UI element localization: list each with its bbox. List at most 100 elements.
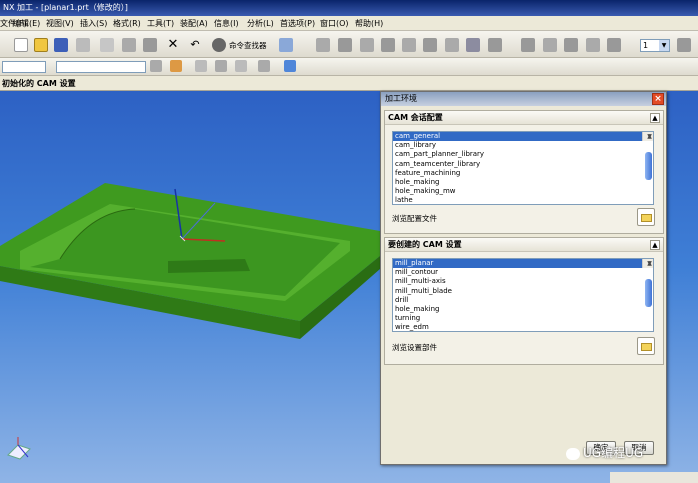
list-item[interactable]: hole_making — [393, 305, 653, 314]
list-item[interactable]: cam_part_planner_library — [393, 150, 653, 159]
menu-format[interactable]: 格式(R) — [113, 16, 141, 31]
toolbar-icon-b[interactable] — [338, 38, 352, 52]
list-item[interactable]: hole_making — [393, 178, 653, 187]
session-config-title: CAM 会话配置 — [388, 113, 443, 122]
list-item[interactable]: hole_making_mw — [393, 187, 653, 196]
wechat-icon — [566, 447, 580, 460]
menu-tools[interactable]: 工具(T) — [147, 16, 174, 31]
menu-help[interactable]: 帮助(H) — [355, 16, 383, 31]
toolbar2-icon-e[interactable] — [284, 60, 296, 72]
print-icon[interactable] — [76, 38, 90, 52]
chevron-down-icon[interactable]: ▼ — [659, 40, 669, 51]
toolbar2-icon-b[interactable] — [215, 60, 227, 72]
app-title-bar: NX 加工 - [planar1.prt（修改的）] — [0, 0, 698, 16]
undo-icon[interactable]: ↶ — [188, 38, 202, 52]
open-folder-icon[interactable] — [34, 38, 48, 52]
chevron-up-icon[interactable]: ▲ — [650, 240, 660, 250]
watermark: UG编程UG — [566, 444, 694, 462]
menu-analysis[interactable]: 分析(L) — [247, 16, 274, 31]
list-item[interactable]: cam_general — [393, 132, 653, 142]
list-item[interactable]: wire_edm — [393, 323, 653, 331]
list-item[interactable]: mill_contour — [393, 268, 653, 277]
toolbar-icon-h[interactable] — [466, 38, 480, 52]
toolbar-icon-k[interactable] — [543, 38, 557, 52]
scroll-down-icon[interactable]: ▼ — [644, 132, 653, 141]
session-list-scrollbar[interactable]: ▲ ▼ — [642, 132, 653, 180]
session-config-header[interactable]: CAM 会话配置 ▲ — [385, 111, 663, 125]
toolbar-icon-j[interactable] — [521, 38, 535, 52]
scroll-thumb[interactable] — [645, 152, 652, 180]
browse-setup-button[interactable] — [637, 337, 655, 355]
paste-icon[interactable] — [143, 38, 157, 52]
cam-setup-title: 要创建的 CAM 设置 — [388, 240, 462, 249]
scroll-thumb[interactable] — [645, 279, 652, 307]
toolbar-icon-l[interactable] — [564, 38, 578, 52]
toolbar2-icon-a[interactable] — [195, 60, 207, 72]
list-item[interactable]: mill_multi-axis — [393, 277, 653, 286]
standard-toolbar: ✕ ↶ 命令查找器 1 ▼ — [0, 31, 698, 58]
delete-icon[interactable]: ✕ — [166, 38, 180, 52]
menu-info[interactable]: 信息(I) — [214, 16, 239, 31]
list-item[interactable]: feature_machining — [393, 169, 653, 178]
command-finder-label[interactable]: 命令查找器 — [229, 40, 267, 51]
dialog-title-bar[interactable]: 加工环境 × — [381, 92, 666, 106]
new-file-icon[interactable] — [14, 38, 28, 52]
snap-icon[interactable] — [170, 60, 182, 72]
toolbar-icon-m[interactable] — [586, 38, 600, 52]
close-icon[interactable]: × — [652, 93, 664, 105]
session-config-list[interactable]: cam_general cam_library cam_part_planner… — [392, 131, 654, 205]
machining-environment-dialog: 加工环境 × CAM 会话配置 ▲ cam_general cam_librar… — [380, 91, 667, 465]
zoom-select[interactable]: 1 ▼ — [640, 39, 670, 52]
window-title: NX 加工 - [planar1.prt（修改的）] — [3, 3, 128, 12]
list-item[interactable]: turning — [393, 314, 653, 323]
navigator-title: 初始化的 CAM 设置 — [2, 79, 76, 88]
list-item[interactable]: cam_teamcenter_library — [393, 160, 653, 169]
menu-window[interactable]: 窗口(O) — [320, 16, 349, 31]
chevron-up-icon[interactable]: ▲ — [650, 113, 660, 123]
list-item[interactable]: cam_library — [393, 141, 653, 150]
list-item[interactable]: mill_multi_blade — [393, 287, 653, 296]
browse-config-button[interactable] — [637, 208, 655, 226]
toolbar-icon-f[interactable] — [423, 38, 437, 52]
zoom-value: 1 — [643, 41, 649, 50]
list-item[interactable]: mill_planar — [393, 259, 653, 269]
toolbar-icon-g[interactable] — [445, 38, 459, 52]
setup-list-scrollbar[interactable]: ▲ ▼ — [642, 259, 653, 307]
menu-assembly[interactable]: 装配(A) — [180, 16, 208, 31]
list-item[interactable]: drill — [393, 296, 653, 305]
toolbar-icon-c[interactable] — [360, 38, 374, 52]
toolbar-icon-e[interactable] — [402, 38, 416, 52]
scroll-down-icon[interactable]: ▼ — [644, 259, 653, 268]
list-item[interactable]: lathe — [393, 196, 653, 204]
toolbar-icon-a[interactable] — [316, 38, 330, 52]
menu-preferences[interactable]: 首选项(P) — [280, 16, 315, 31]
toolbar-icon-d[interactable] — [381, 38, 395, 52]
tray-bar — [610, 472, 698, 483]
scope-select[interactable] — [56, 61, 146, 73]
cut-icon[interactable] — [100, 38, 114, 52]
toolbar-icon-o[interactable] — [677, 38, 691, 52]
menu-insert[interactable]: 插入(S) — [80, 16, 107, 31]
menu-edit[interactable]: 编辑(E) — [13, 16, 40, 31]
cam-setup-header[interactable]: 要创建的 CAM 设置 ▲ — [385, 238, 663, 252]
save-icon[interactable] — [54, 38, 68, 52]
type-filter-select[interactable] — [2, 61, 46, 73]
browse-setup-label: 浏览设置部件 — [392, 343, 437, 352]
toolbar2-icon-c[interactable] — [235, 60, 247, 72]
filter-icon[interactable] — [150, 60, 162, 72]
open-folder-icon — [641, 343, 652, 351]
menu-bar: 文件(F) 编辑(E) 视图(V) 插入(S) 格式(R) 工具(T) 装配(A… — [0, 16, 698, 31]
copy-icon[interactable] — [122, 38, 136, 52]
session-config-group: CAM 会话配置 ▲ cam_general cam_library cam_p… — [384, 110, 664, 234]
toolbar-icon-n[interactable] — [607, 38, 621, 52]
cam-setup-list[interactable]: mill_planar mill_contour mill_multi-axis… — [392, 258, 654, 332]
toolbar-icon-i[interactable] — [488, 38, 502, 52]
menu-view[interactable]: 视图(V) — [46, 16, 74, 31]
watermark-text: UG编程UG — [583, 446, 644, 460]
browse-config-label: 浏览配置文件 — [392, 214, 437, 223]
navigator-header: 初始化的 CAM 设置 — [0, 76, 698, 91]
selection-toolbar — [0, 58, 698, 76]
command-finder-icon[interactable] — [212, 38, 226, 52]
toolbar2-icon-d[interactable] — [258, 60, 270, 72]
selection-icon[interactable] — [279, 38, 293, 52]
